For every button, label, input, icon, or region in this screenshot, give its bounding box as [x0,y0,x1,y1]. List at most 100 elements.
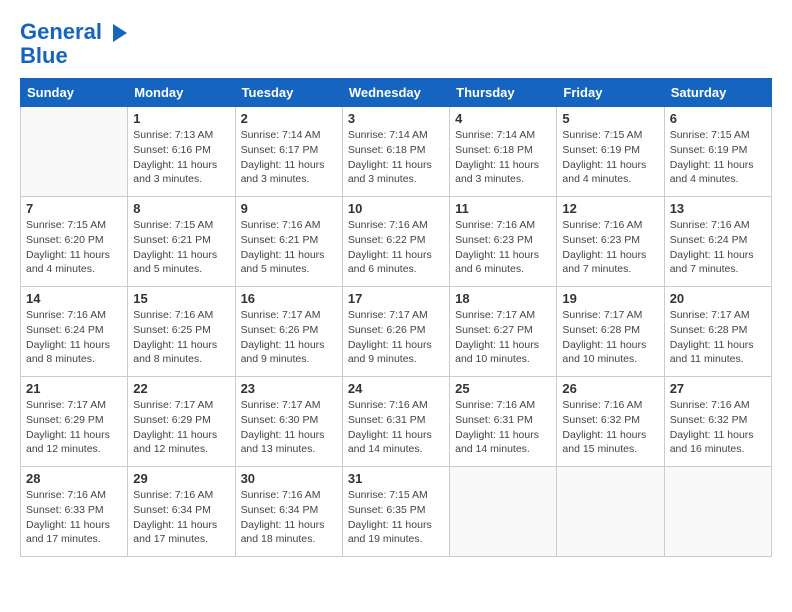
sunset-label: Sunset: 6:26 PM [241,324,319,336]
calendar-cell [450,467,557,557]
sunset-label: Sunset: 6:23 PM [562,234,640,246]
day-number: 12 [562,201,658,216]
daylight-label: Daylight: 11 hours and 4 minutes. [562,159,646,186]
calendar-cell: 26 Sunrise: 7:16 AM Sunset: 6:32 PM Dayl… [557,377,664,467]
sunset-label: Sunset: 6:34 PM [133,504,211,516]
sunrise-label: Sunrise: 7:16 AM [670,399,750,411]
sunset-label: Sunset: 6:22 PM [348,234,426,246]
sunset-label: Sunset: 6:28 PM [562,324,640,336]
sunrise-label: Sunrise: 7:15 AM [26,219,106,231]
sunset-label: Sunset: 6:32 PM [670,414,748,426]
sunrise-label: Sunrise: 7:14 AM [348,129,428,141]
sunset-label: Sunset: 6:21 PM [133,234,211,246]
day-info: Sunrise: 7:17 AM Sunset: 6:28 PM Dayligh… [562,308,658,367]
day-number: 26 [562,381,658,396]
sunrise-label: Sunrise: 7:17 AM [241,309,321,321]
day-info: Sunrise: 7:17 AM Sunset: 6:27 PM Dayligh… [455,308,551,367]
calendar-cell: 6 Sunrise: 7:15 AM Sunset: 6:19 PM Dayli… [664,107,771,197]
calendar-cell: 21 Sunrise: 7:17 AM Sunset: 6:29 PM Dayl… [21,377,128,467]
weekday-header-monday: Monday [128,79,235,107]
weekday-header-saturday: Saturday [664,79,771,107]
daylight-label: Daylight: 11 hours and 12 minutes. [133,429,217,456]
day-number: 27 [670,381,766,396]
sunrise-label: Sunrise: 7:13 AM [133,129,213,141]
day-info: Sunrise: 7:14 AM Sunset: 6:17 PM Dayligh… [241,128,337,187]
calendar-week-4: 21 Sunrise: 7:17 AM Sunset: 6:29 PM Dayl… [21,377,772,467]
daylight-label: Daylight: 11 hours and 3 minutes. [455,159,539,186]
sunrise-label: Sunrise: 7:14 AM [241,129,321,141]
calendar-cell: 12 Sunrise: 7:16 AM Sunset: 6:23 PM Dayl… [557,197,664,287]
sunset-label: Sunset: 6:29 PM [133,414,211,426]
calendar-cell: 28 Sunrise: 7:16 AM Sunset: 6:33 PM Dayl… [21,467,128,557]
daylight-label: Daylight: 11 hours and 8 minutes. [133,339,217,366]
day-info: Sunrise: 7:16 AM Sunset: 6:21 PM Dayligh… [241,218,337,277]
sunset-label: Sunset: 6:19 PM [562,144,640,156]
sunset-label: Sunset: 6:25 PM [133,324,211,336]
sunset-label: Sunset: 6:17 PM [241,144,319,156]
day-info: Sunrise: 7:17 AM Sunset: 6:28 PM Dayligh… [670,308,766,367]
day-info: Sunrise: 7:16 AM Sunset: 6:22 PM Dayligh… [348,218,444,277]
day-info: Sunrise: 7:16 AM Sunset: 6:24 PM Dayligh… [26,308,122,367]
calendar-cell: 23 Sunrise: 7:17 AM Sunset: 6:30 PM Dayl… [235,377,342,467]
calendar-cell: 30 Sunrise: 7:16 AM Sunset: 6:34 PM Dayl… [235,467,342,557]
day-number: 20 [670,291,766,306]
day-number: 30 [241,471,337,486]
sunrise-label: Sunrise: 7:17 AM [455,309,535,321]
day-info: Sunrise: 7:16 AM Sunset: 6:31 PM Dayligh… [348,398,444,457]
daylight-label: Daylight: 11 hours and 11 minutes. [670,339,754,366]
day-info: Sunrise: 7:15 AM Sunset: 6:35 PM Dayligh… [348,488,444,547]
day-number: 2 [241,111,337,126]
daylight-label: Daylight: 11 hours and 17 minutes. [133,519,217,546]
sunrise-label: Sunrise: 7:16 AM [348,399,428,411]
day-number: 13 [670,201,766,216]
day-number: 4 [455,111,551,126]
day-info: Sunrise: 7:16 AM Sunset: 6:24 PM Dayligh… [670,218,766,277]
day-info: Sunrise: 7:17 AM Sunset: 6:29 PM Dayligh… [133,398,229,457]
page-header: General Blue [20,20,772,68]
day-info: Sunrise: 7:16 AM Sunset: 6:23 PM Dayligh… [455,218,551,277]
sunset-label: Sunset: 6:18 PM [455,144,533,156]
logo-blue: Blue [20,44,131,68]
daylight-label: Daylight: 11 hours and 5 minutes. [241,249,325,276]
weekday-header-friday: Friday [557,79,664,107]
calendar-cell: 24 Sunrise: 7:16 AM Sunset: 6:31 PM Dayl… [342,377,449,467]
sunrise-label: Sunrise: 7:16 AM [241,489,321,501]
sunrise-label: Sunrise: 7:17 AM [26,399,106,411]
sunset-label: Sunset: 6:23 PM [455,234,533,246]
day-number: 1 [133,111,229,126]
sunrise-label: Sunrise: 7:14 AM [455,129,535,141]
weekday-header-thursday: Thursday [450,79,557,107]
daylight-label: Daylight: 11 hours and 8 minutes. [26,339,110,366]
sunset-label: Sunset: 6:32 PM [562,414,640,426]
sunset-label: Sunset: 6:35 PM [348,504,426,516]
sunrise-label: Sunrise: 7:16 AM [241,219,321,231]
logo-general: General [20,19,102,44]
calendar-cell: 31 Sunrise: 7:15 AM Sunset: 6:35 PM Dayl… [342,467,449,557]
day-number: 19 [562,291,658,306]
calendar-cell: 19 Sunrise: 7:17 AM Sunset: 6:28 PM Dayl… [557,287,664,377]
day-number: 28 [26,471,122,486]
day-info: Sunrise: 7:16 AM Sunset: 6:32 PM Dayligh… [562,398,658,457]
calendar-week-5: 28 Sunrise: 7:16 AM Sunset: 6:33 PM Dayl… [21,467,772,557]
calendar-cell: 11 Sunrise: 7:16 AM Sunset: 6:23 PM Dayl… [450,197,557,287]
daylight-label: Daylight: 11 hours and 7 minutes. [670,249,754,276]
day-number: 23 [241,381,337,396]
daylight-label: Daylight: 11 hours and 4 minutes. [26,249,110,276]
weekday-header-sunday: Sunday [21,79,128,107]
day-number: 21 [26,381,122,396]
calendar-cell: 5 Sunrise: 7:15 AM Sunset: 6:19 PM Dayli… [557,107,664,197]
sunset-label: Sunset: 6:28 PM [670,324,748,336]
daylight-label: Daylight: 11 hours and 4 minutes. [670,159,754,186]
sunset-label: Sunset: 6:30 PM [241,414,319,426]
day-info: Sunrise: 7:13 AM Sunset: 6:16 PM Dayligh… [133,128,229,187]
day-number: 24 [348,381,444,396]
daylight-label: Daylight: 11 hours and 9 minutes. [241,339,325,366]
calendar-cell: 14 Sunrise: 7:16 AM Sunset: 6:24 PM Dayl… [21,287,128,377]
calendar-cell: 3 Sunrise: 7:14 AM Sunset: 6:18 PM Dayli… [342,107,449,197]
logo-icon [109,22,131,44]
daylight-label: Daylight: 11 hours and 6 minutes. [348,249,432,276]
sunset-label: Sunset: 6:33 PM [26,504,104,516]
calendar-cell: 7 Sunrise: 7:15 AM Sunset: 6:20 PM Dayli… [21,197,128,287]
calendar-week-2: 7 Sunrise: 7:15 AM Sunset: 6:20 PM Dayli… [21,197,772,287]
sunset-label: Sunset: 6:18 PM [348,144,426,156]
